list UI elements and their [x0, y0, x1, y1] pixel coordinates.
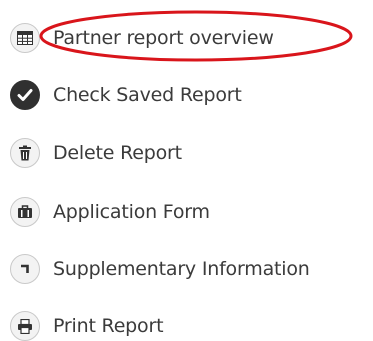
- corner-arrow-icon: [10, 254, 40, 284]
- table-grid-icon: [10, 23, 40, 53]
- menu-item-supplementary-information[interactable]: Supplementary Information: [10, 252, 310, 286]
- menu-item-partner-report-overview[interactable]: Partner report overview: [10, 21, 274, 55]
- menu-item-label: Delete Report: [53, 141, 182, 164]
- menu-item-label: Partner report overview: [53, 26, 274, 49]
- menu-item-label: Supplementary Information: [53, 257, 310, 280]
- menu-item-label: Print Report: [53, 314, 164, 337]
- trash-icon: [10, 138, 40, 168]
- check-circle-icon: [10, 80, 40, 110]
- report-actions-menu: Partner report overview Check Saved Repo…: [0, 0, 373, 341]
- menu-item-label: Application Form: [53, 200, 210, 223]
- menu-item-print-report[interactable]: Print Report: [10, 309, 164, 341]
- printer-icon: [10, 311, 40, 341]
- menu-item-label: Check Saved Report: [53, 83, 242, 106]
- briefcase-icon: [10, 197, 40, 227]
- menu-item-check-saved-report[interactable]: Check Saved Report: [10, 78, 242, 112]
- menu-item-application-form[interactable]: Application Form: [10, 195, 210, 229]
- menu-item-delete-report[interactable]: Delete Report: [10, 136, 182, 170]
